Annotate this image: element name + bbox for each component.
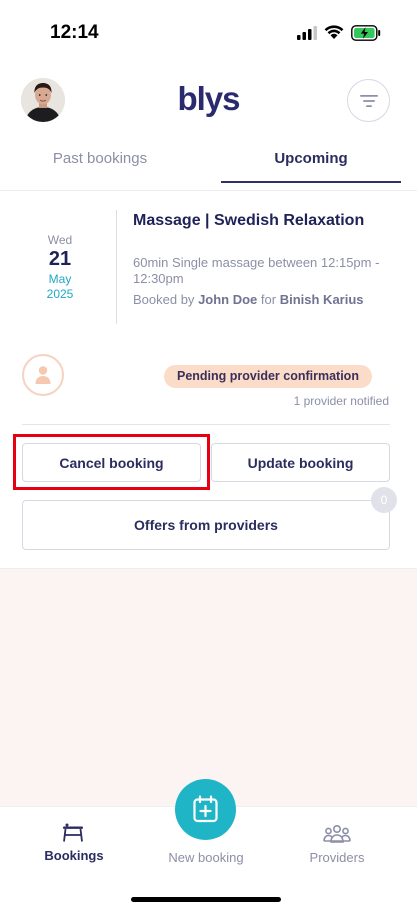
- booking-month: May: [48, 272, 72, 286]
- booked-by-name: John Doe: [198, 292, 258, 307]
- booked-for-word: for: [260, 292, 277, 307]
- update-booking-button[interactable]: Update booking: [211, 443, 390, 482]
- filter-icon: [360, 95, 378, 107]
- calendar-add-icon: [193, 795, 218, 823]
- wifi-icon: [324, 25, 344, 39]
- offers-from-providers-button[interactable]: Offers from providers: [22, 500, 390, 550]
- active-tab-indicator: [221, 181, 401, 183]
- booking-booked-by: Booked by John Doe for Binish Karius: [133, 291, 393, 308]
- booked-by-prefix: Booked by: [133, 292, 195, 307]
- providers-icon: [323, 824, 351, 843]
- booking-title[interactable]: Massage | Swedish Relaxation: [133, 210, 393, 231]
- nav-providers-label: Providers: [309, 850, 365, 865]
- booking-year: 2025: [46, 287, 74, 301]
- top-area: 12:14 blys Past bookings Upcoming: [0, 0, 417, 190]
- battery-icon: [351, 25, 381, 41]
- providers-notified-text: 1 provider notified: [293, 394, 389, 408]
- nav-bookings-label: Bookings: [44, 848, 104, 863]
- card-divider: [22, 424, 390, 425]
- status-bar: 12:14: [0, 0, 417, 66]
- massage-table-icon: [63, 823, 83, 842]
- nav-new-booking-label: New booking: [168, 850, 244, 865]
- home-indicator: [131, 897, 281, 902]
- booking-recipient: Binish Karius: [279, 292, 364, 307]
- booking-card: Wed 21 May 2025 Massage | Swedish Relaxa…: [0, 191, 417, 569]
- filter-button[interactable]: [347, 79, 390, 122]
- tab-past-bookings[interactable]: Past bookings: [0, 150, 200, 167]
- booking-description: 60min Single massage between 12:15pm - 1…: [133, 255, 380, 286]
- status-badge: Pending provider confirmation: [164, 365, 372, 388]
- offers-count-badge: 0: [371, 487, 397, 513]
- highlight-box: [13, 434, 210, 490]
- signal-icon: [297, 26, 317, 40]
- provider-avatar-placeholder: [22, 354, 64, 396]
- status-time: 12:14: [50, 22, 99, 43]
- booking-day: 21: [48, 248, 72, 270]
- booking-weekday: Wed: [47, 233, 73, 247]
- new-booking-button[interactable]: [175, 779, 236, 840]
- date-divider: [116, 210, 117, 324]
- tab-upcoming[interactable]: Upcoming: [221, 150, 401, 167]
- person-icon: [35, 366, 51, 384]
